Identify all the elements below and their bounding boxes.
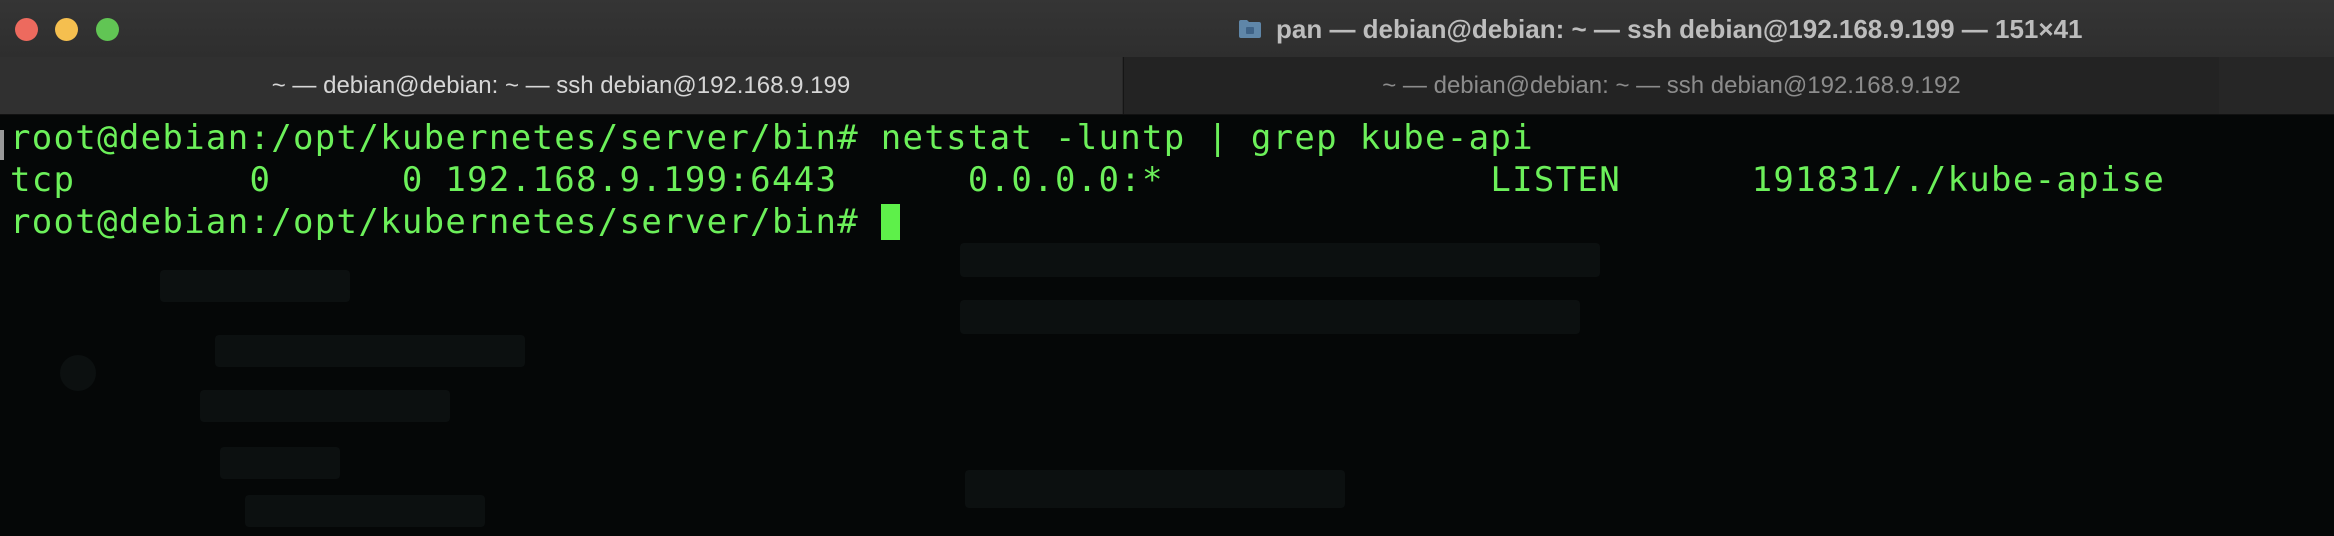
tab-ssh-192-168-9-199[interactable]: ~ — debian@debian: ~ — ssh debian@192.16… bbox=[0, 57, 1122, 114]
background-artifact bbox=[965, 470, 1345, 508]
tab-label: ~ — debian@debian: ~ — ssh debian@192.16… bbox=[1382, 71, 1961, 99]
tab-bar: ~ — debian@debian: ~ — ssh debian@192.16… bbox=[0, 57, 2334, 115]
background-artifact bbox=[220, 447, 340, 479]
background-artifact bbox=[160, 270, 350, 302]
line-marker bbox=[0, 130, 4, 160]
tab-bar-empty-area[interactable] bbox=[2219, 57, 2334, 114]
text-cursor bbox=[880, 204, 900, 240]
minimize-button[interactable] bbox=[55, 18, 78, 41]
folder-icon bbox=[1239, 20, 1261, 38]
title-bar[interactable]: pan — debian@debian: ~ — ssh debian@192.… bbox=[0, 0, 2334, 57]
terminal-output[interactable]: root@debian:/opt/kubernetes/server/bin# … bbox=[0, 115, 2334, 536]
maximize-button[interactable] bbox=[96, 18, 119, 41]
tab-label: ~ — debian@debian: ~ — ssh debian@192.16… bbox=[271, 71, 851, 99]
background-artifact bbox=[960, 300, 1580, 334]
background-artifact bbox=[200, 390, 450, 422]
background-artifact bbox=[960, 243, 1600, 277]
background-artifact bbox=[245, 495, 485, 527]
window-title-group: pan — debian@debian: ~ — ssh debian@192.… bbox=[1238, 12, 2082, 46]
window-title: pan — debian@debian: ~ — ssh debian@192.… bbox=[1276, 13, 2083, 44]
terminal-line-command: root@debian:/opt/kubernetes/server/bin# … bbox=[10, 118, 1534, 158]
tab-ssh-192-168-9-192[interactable]: ~ — debian@debian: ~ — ssh debian@192.16… bbox=[1123, 57, 2220, 114]
background-artifact bbox=[215, 335, 525, 367]
terminal-window: pan — debian@debian: ~ — ssh debian@192.… bbox=[0, 0, 2334, 536]
terminal-line-output: tcp 0 0 192.168.9.199:6443 0.0.0.0:* LIS… bbox=[10, 160, 2166, 200]
terminal-line-prompt: root@debian:/opt/kubernetes/server/bin# bbox=[10, 202, 900, 242]
background-artifact bbox=[60, 355, 96, 391]
prompt-text: root@debian:/opt/kubernetes/server/bin# bbox=[10, 202, 881, 242]
close-button[interactable] bbox=[15, 18, 38, 41]
